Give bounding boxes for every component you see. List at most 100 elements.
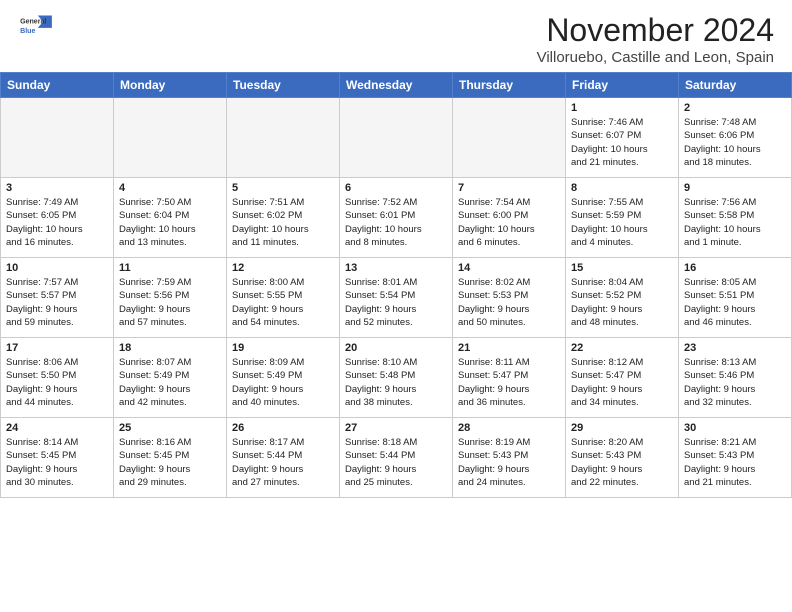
day-number: 6 <box>345 182 447 194</box>
calendar-cell: 2 Sunrise: 7:48 AM Sunset: 6:06 PM Daylig… <box>679 98 792 178</box>
day-number: 14 <box>458 262 560 274</box>
day-number: 21 <box>458 342 560 354</box>
location-title: Villoruebo, Castille and Leon, Spain <box>537 49 774 66</box>
day-info: Sunrise: 8:00 AM Sunset: 5:55 PM Dayligh… <box>232 276 334 329</box>
calendar-cell: 17Sunrise: 8:06 AM Sunset: 5:50 PM Dayli… <box>1 338 114 418</box>
day-info: Sunrise: 8:13 AM Sunset: 5:46 PM Dayligh… <box>684 356 786 409</box>
calendar-cell: 1Sunrise: 7:46 AM Sunset: 6:07 PM Daylig… <box>566 98 679 178</box>
day-info: Sunrise: 7:49 AM Sunset: 6:05 PM Dayligh… <box>6 196 108 249</box>
week-row-5: 24 Sunrise: 8:14 AM Sunset: 5:45 PM Dayli… <box>1 418 792 498</box>
day-number: 30 <box>684 422 786 434</box>
day-info: Sunrise: 8:14 AM Sunset: 5:45 PM Dayligh… <box>6 436 108 489</box>
day-number: 18 <box>119 342 221 354</box>
calendar-cell: 16 Sunrise: 8:05 AM Sunset: 5:51 PM Dayli… <box>679 258 792 338</box>
day-number: 23 <box>684 342 786 354</box>
calendar-cell: 22Sunrise: 8:12 AM Sunset: 5:47 PM Dayli… <box>566 338 679 418</box>
calendar-cell: 20Sunrise: 8:10 AM Sunset: 5:48 PM Dayli… <box>340 338 453 418</box>
calendar-cell: 13 Sunrise: 8:01 AM Sunset: 5:54 PM Dayli… <box>340 258 453 338</box>
calendar-cell: 4 Sunrise: 7:50 AM Sunset: 6:04 PM Daylig… <box>114 178 227 258</box>
day-number: 5 <box>232 182 334 194</box>
day-number: 27 <box>345 422 447 434</box>
week-row-1: 1Sunrise: 7:46 AM Sunset: 6:07 PM Daylig… <box>1 98 792 178</box>
day-number: 3 <box>6 182 108 194</box>
weekday-header-wednesday: Wednesday <box>340 73 453 98</box>
day-info: Sunrise: 8:07 AM Sunset: 5:49 PM Dayligh… <box>119 356 221 409</box>
calendar-cell <box>1 98 114 178</box>
day-info: Sunrise: 7:56 AM Sunset: 5:58 PM Dayligh… <box>684 196 786 249</box>
page-header: General Blue November 2024 Villoruebo, C… <box>0 0 792 72</box>
day-info: Sunrise: 7:59 AM Sunset: 5:56 PM Dayligh… <box>119 276 221 329</box>
day-number: 16 <box>684 262 786 274</box>
calendar-cell <box>227 98 340 178</box>
weekday-header-friday: Friday <box>566 73 679 98</box>
day-number: 2 <box>684 102 786 114</box>
calendar-cell: 9 Sunrise: 7:56 AM Sunset: 5:58 PM Daylig… <box>679 178 792 258</box>
calendar-cell: 8 Sunrise: 7:55 AM Sunset: 5:59 PM Daylig… <box>566 178 679 258</box>
calendar-cell <box>453 98 566 178</box>
day-info: Sunrise: 7:50 AM Sunset: 6:04 PM Dayligh… <box>119 196 221 249</box>
calendar-cell: 6 Sunrise: 7:52 AM Sunset: 6:01 PM Daylig… <box>340 178 453 258</box>
calendar-cell: 29Sunrise: 8:20 AM Sunset: 5:43 PM Dayli… <box>566 418 679 498</box>
calendar-cell <box>340 98 453 178</box>
svg-text:General: General <box>20 18 46 25</box>
calendar-cell: 30 Sunrise: 8:21 AM Sunset: 5:43 PM Dayli… <box>679 418 792 498</box>
day-info: Sunrise: 8:17 AM Sunset: 5:44 PM Dayligh… <box>232 436 334 489</box>
day-info: Sunrise: 7:57 AM Sunset: 5:57 PM Dayligh… <box>6 276 108 329</box>
day-info: Sunrise: 8:04 AM Sunset: 5:52 PM Dayligh… <box>571 276 673 329</box>
day-number: 9 <box>684 182 786 194</box>
calendar-cell <box>114 98 227 178</box>
day-info: Sunrise: 8:16 AM Sunset: 5:45 PM Dayligh… <box>119 436 221 489</box>
day-info: Sunrise: 8:18 AM Sunset: 5:44 PM Dayligh… <box>345 436 447 489</box>
month-title: November 2024 <box>537 12 774 49</box>
weekday-header-thursday: Thursday <box>453 73 566 98</box>
day-number: 10 <box>6 262 108 274</box>
day-number: 15 <box>571 262 673 274</box>
day-number: 24 <box>6 422 108 434</box>
day-number: 13 <box>345 262 447 274</box>
logo: General Blue <box>18 12 54 42</box>
day-info: Sunrise: 8:12 AM Sunset: 5:47 PM Dayligh… <box>571 356 673 409</box>
day-info: Sunrise: 8:21 AM Sunset: 5:43 PM Dayligh… <box>684 436 786 489</box>
calendar-table: SundayMondayTuesdayWednesdayThursdayFrid… <box>0 72 792 498</box>
weekday-header-saturday: Saturday <box>679 73 792 98</box>
calendar-cell: 12 Sunrise: 8:00 AM Sunset: 5:55 PM Dayli… <box>227 258 340 338</box>
calendar-cell: 3 Sunrise: 7:49 AM Sunset: 6:05 PM Daylig… <box>1 178 114 258</box>
day-number: 1 <box>571 102 673 114</box>
calendar-cell: 5 Sunrise: 7:51 AM Sunset: 6:02 PM Daylig… <box>227 178 340 258</box>
day-number: 26 <box>232 422 334 434</box>
logo-icon: General Blue <box>18 12 54 42</box>
day-number: 17 <box>6 342 108 354</box>
day-number: 28 <box>458 422 560 434</box>
day-number: 4 <box>119 182 221 194</box>
day-info: Sunrise: 8:20 AM Sunset: 5:43 PM Dayligh… <box>571 436 673 489</box>
calendar-cell: 26 Sunrise: 8:17 AM Sunset: 5:44 PM Dayli… <box>227 418 340 498</box>
calendar-cell: 7 Sunrise: 7:54 AM Sunset: 6:00 PM Daylig… <box>453 178 566 258</box>
weekday-header-tuesday: Tuesday <box>227 73 340 98</box>
day-number: 12 <box>232 262 334 274</box>
calendar-cell: 10 Sunrise: 7:57 AM Sunset: 5:57 PM Dayli… <box>1 258 114 338</box>
day-info: Sunrise: 8:05 AM Sunset: 5:51 PM Dayligh… <box>684 276 786 329</box>
day-number: 25 <box>119 422 221 434</box>
calendar-cell: 28Sunrise: 8:19 AM Sunset: 5:43 PM Dayli… <box>453 418 566 498</box>
day-info: Sunrise: 7:55 AM Sunset: 5:59 PM Dayligh… <box>571 196 673 249</box>
calendar-cell: 27 Sunrise: 8:18 AM Sunset: 5:44 PM Dayli… <box>340 418 453 498</box>
weekday-header-row: SundayMondayTuesdayWednesdayThursdayFrid… <box>1 73 792 98</box>
day-number: 7 <box>458 182 560 194</box>
calendar-cell: 24 Sunrise: 8:14 AM Sunset: 5:45 PM Dayli… <box>1 418 114 498</box>
week-row-4: 17Sunrise: 8:06 AM Sunset: 5:50 PM Dayli… <box>1 338 792 418</box>
day-info: Sunrise: 7:51 AM Sunset: 6:02 PM Dayligh… <box>232 196 334 249</box>
day-info: Sunrise: 8:11 AM Sunset: 5:47 PM Dayligh… <box>458 356 560 409</box>
calendar-cell: 14Sunrise: 8:02 AM Sunset: 5:53 PM Dayli… <box>453 258 566 338</box>
day-info: Sunrise: 7:52 AM Sunset: 6:01 PM Dayligh… <box>345 196 447 249</box>
calendar-cell: 15 Sunrise: 8:04 AM Sunset: 5:52 PM Dayli… <box>566 258 679 338</box>
week-row-3: 10 Sunrise: 7:57 AM Sunset: 5:57 PM Dayli… <box>1 258 792 338</box>
day-info: Sunrise: 7:54 AM Sunset: 6:00 PM Dayligh… <box>458 196 560 249</box>
svg-text:Blue: Blue <box>20 28 35 35</box>
day-number: 19 <box>232 342 334 354</box>
day-number: 8 <box>571 182 673 194</box>
day-info: Sunrise: 8:10 AM Sunset: 5:48 PM Dayligh… <box>345 356 447 409</box>
day-info: Sunrise: 7:48 AM Sunset: 6:06 PM Dayligh… <box>684 116 786 169</box>
day-info: Sunrise: 8:01 AM Sunset: 5:54 PM Dayligh… <box>345 276 447 329</box>
calendar-cell: 11Sunrise: 7:59 AM Sunset: 5:56 PM Dayli… <box>114 258 227 338</box>
day-info: Sunrise: 8:09 AM Sunset: 5:49 PM Dayligh… <box>232 356 334 409</box>
